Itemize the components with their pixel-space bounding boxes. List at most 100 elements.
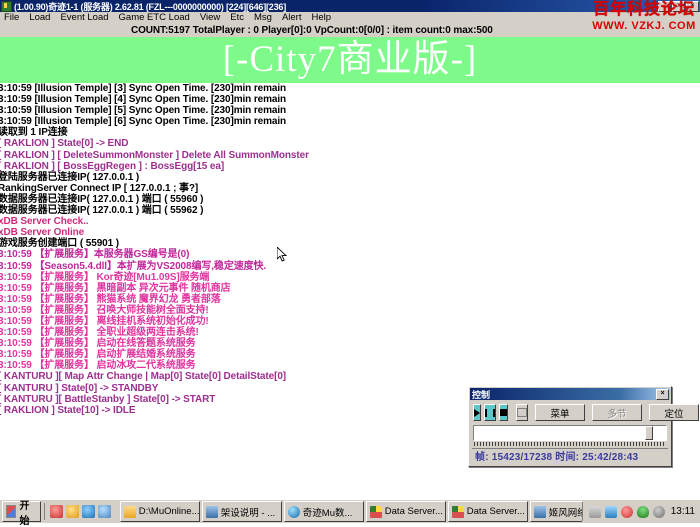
stop-button[interactable] — [499, 404, 508, 421]
taskbar-task[interactable]: Data Server... — [366, 501, 446, 522]
taskbar-task-label: Data Server... — [385, 506, 443, 517]
windows-flag-icon — [6, 505, 16, 518]
log-line: 3:10:59 [Illusion Temple] [6] Sync Open … — [0, 116, 700, 127]
menu-item-event-load[interactable]: Event Load — [55, 12, 113, 24]
taskbar-task[interactable]: D:\MuOnline... — [120, 501, 200, 522]
server-banner: [-City7商业版-] — [0, 37, 700, 83]
control-window-title: 控制 — [472, 388, 490, 401]
step-icon — [517, 408, 527, 417]
tray-volume-icon[interactable] — [653, 506, 665, 518]
log-line: 数据服务器已连接IP( 127.0.0.1 ) 端口 ( 55960 ) — [0, 194, 700, 205]
log-line: 3:10:59 【扩展服务】 全职业超级两连击系统! — [0, 327, 700, 338]
log-line: [ RAKLION ] State[0] -> END — [0, 138, 700, 149]
log-line: 3:10:59 【扩展服务】 启动在线答题系统服务 — [0, 338, 700, 349]
globe-icon — [288, 506, 300, 518]
tray-printer-icon[interactable] — [589, 506, 601, 518]
folder-icon — [124, 506, 136, 518]
menu-item-load[interactable]: Load — [24, 12, 55, 24]
locate-button[interactable]: 定位 — [649, 404, 699, 421]
doc-icon — [206, 506, 218, 518]
log-line: 3:10:59 【扩展服务】 启动扩展结婚系统服务 — [0, 349, 700, 360]
system-tray: 13:11 — [582, 502, 699, 521]
log-line: 3:10:59 【扩展服务】 黑暗副本 异次元事件 随机商店 — [0, 283, 700, 294]
quick-launch-bar — [44, 503, 115, 520]
log-line: xDB Server Check.. — [0, 216, 700, 227]
menu-item-etc[interactable]: Etc — [225, 12, 249, 24]
log-line: 3:10:59 [Illusion Temple] [5] Sync Open … — [0, 105, 700, 116]
menu-item-msg[interactable]: Msg — [249, 12, 277, 24]
log-line: 数据服务器已连接IP( 127.0.0.1 ) 端口 ( 55962 ) — [0, 205, 700, 216]
taskbar-task-label: D:\MuOnline... — [139, 506, 200, 517]
desktop: (1.00.90)奇迹1-1 (服务器) 2.62.81 (FZL---0000… — [0, 0, 700, 523]
taskbar-task-label: Data Server... — [467, 506, 525, 517]
control-window-titlebar[interactable]: 控制 × — [470, 388, 670, 400]
log-line: [ KANTURU ][ Map Attr Change | Map[0] St… — [0, 371, 700, 382]
playback-slider-thumb[interactable] — [645, 426, 653, 440]
browser-icon[interactable] — [82, 505, 95, 518]
taskbar-clock[interactable]: 13:11 — [671, 506, 695, 517]
play-icon — [474, 409, 480, 417]
forum-logo-url: WWW. VZKJ. COM — [590, 21, 698, 32]
pause-icon — [485, 409, 495, 417]
tray-qq-icon[interactable] — [621, 506, 633, 518]
forum-logo: 百年科技论坛 WWW. VZKJ. COM — [590, 0, 698, 36]
pause-button[interactable] — [484, 404, 496, 421]
log-line: 3:10:59 【扩展服务】 Kor奇迹[Mu1.09S]服务端 — [0, 272, 700, 283]
play-button[interactable] — [473, 404, 481, 421]
menu-item-file[interactable]: File — [0, 12, 24, 24]
server-banner-title: [-City7商业版-] — [223, 38, 478, 82]
menu-item-alert[interactable]: Alert — [277, 12, 307, 24]
server-count-text: COUNT:5197 TotalPlayer : 0 Player[0]:0 V… — [0, 25, 493, 36]
playback-slider[interactable] — [473, 425, 667, 441]
taskbar-task[interactable]: 奇迹Mu数... — [284, 501, 364, 522]
playback-status: 帧: 15423/17238 时间: 25:42/28:43 — [472, 448, 668, 462]
chapter-button: 多节 — [592, 404, 642, 421]
log-line: RankingServer Connect IP [ 127.0.0.1 ; 事… — [0, 183, 700, 194]
media-icon[interactable] — [66, 505, 79, 518]
log-line: 3:10:59 【扩展服务】 召唤大师技能树全面支持! — [0, 305, 700, 316]
grid-icon — [452, 506, 464, 518]
log-line: xDB Server Online — [0, 227, 700, 238]
tray-network-icon[interactable] — [605, 506, 617, 518]
taskbar-task-label: 奇迹Mu数... — [303, 505, 353, 519]
log-line: 3:10:59 【扩展服务】本服务器GS编号是(0) — [0, 249, 700, 260]
control-window-close-icon[interactable]: × — [656, 389, 669, 400]
log-line: [ RAKLION ] [ BossEggRegen ] : BossEgg[1… — [0, 161, 700, 172]
step-button[interactable] — [516, 404, 528, 421]
doc-icon — [534, 506, 546, 518]
log-line: [ RAKLION ] [ DeleteSummonMonster ] Dele… — [0, 150, 700, 161]
menu-item-game-etc-load[interactable]: Game ETC Load — [114, 12, 195, 24]
menu-item-view[interactable]: View — [195, 12, 225, 24]
log-line: 读取到 1 IP连接 — [0, 127, 700, 138]
taskbar-task[interactable]: 姬风网络Q... — [530, 501, 582, 522]
menu-item-help[interactable]: Help — [306, 12, 336, 24]
taskbar-task-label: 姬风网络Q... — [549, 505, 582, 519]
log-line: 3:10:59 [Illusion Temple] [3] Sync Open … — [0, 83, 700, 94]
stop-icon — [500, 409, 507, 416]
app-system-icon[interactable] — [1, 1, 12, 12]
start-button[interactable]: 开始 — [2, 501, 41, 522]
control-window-toolbar: 菜单 多节 定位 — [469, 401, 671, 421]
taskbar-task[interactable]: Data Server... — [448, 501, 528, 522]
log-line: 3:10:59 【扩展服务】 启动冰攻二代系统服务 — [0, 360, 700, 371]
tray-antivirus-icon[interactable] — [637, 506, 649, 518]
forum-logo-name: 百年科技论坛 — [590, 0, 698, 18]
log-line: 游戏服务创建端口 ( 55901 ) — [0, 238, 700, 249]
taskbar-task-label: 架设说明 - ... — [221, 505, 275, 519]
log-line: 3:10:59 【扩展服务】 离线挂机系统初始化成功! — [0, 316, 700, 327]
log-line: 3:10:59 【扩展服务】 熊猫系统 魔界幻龙 勇者部落 — [0, 294, 700, 305]
log-line: 登陆服务器已连接IP( 127.0.0.1 ) — [0, 172, 700, 183]
taskbar-task-list: D:\MuOnline... 架设说明 - ... 奇迹Mu数... Data Ser… — [120, 501, 582, 522]
taskbar: 开始 D:\MuOnline... 架设说明 - ... 奇迹Mu数... Data … — [0, 499, 700, 523]
taskbar-task[interactable]: 架设说明 - ... — [202, 501, 282, 522]
qq-icon[interactable] — [50, 505, 63, 518]
log-line: 3:10:59 【Season5.4.dll】本扩展为VS2008编写,稳定速度… — [0, 261, 700, 272]
start-button-label: 开始 — [19, 497, 34, 527]
control-window[interactable]: 控制 × 菜单 多节 定位 帧: 15423/17238 时间: 25:42/2… — [468, 386, 672, 467]
log-line: 3:10:59 [Illusion Temple] [4] Sync Open … — [0, 94, 700, 105]
grid-icon — [370, 506, 382, 518]
show-desktop-icon[interactable] — [98, 505, 111, 518]
playback-slider-ticks — [474, 442, 666, 446]
window-title: (1.00.90)奇迹1-1 (服务器) 2.62.81 (FZL---0000… — [14, 0, 658, 12]
menu-button[interactable]: 菜单 — [535, 404, 585, 421]
